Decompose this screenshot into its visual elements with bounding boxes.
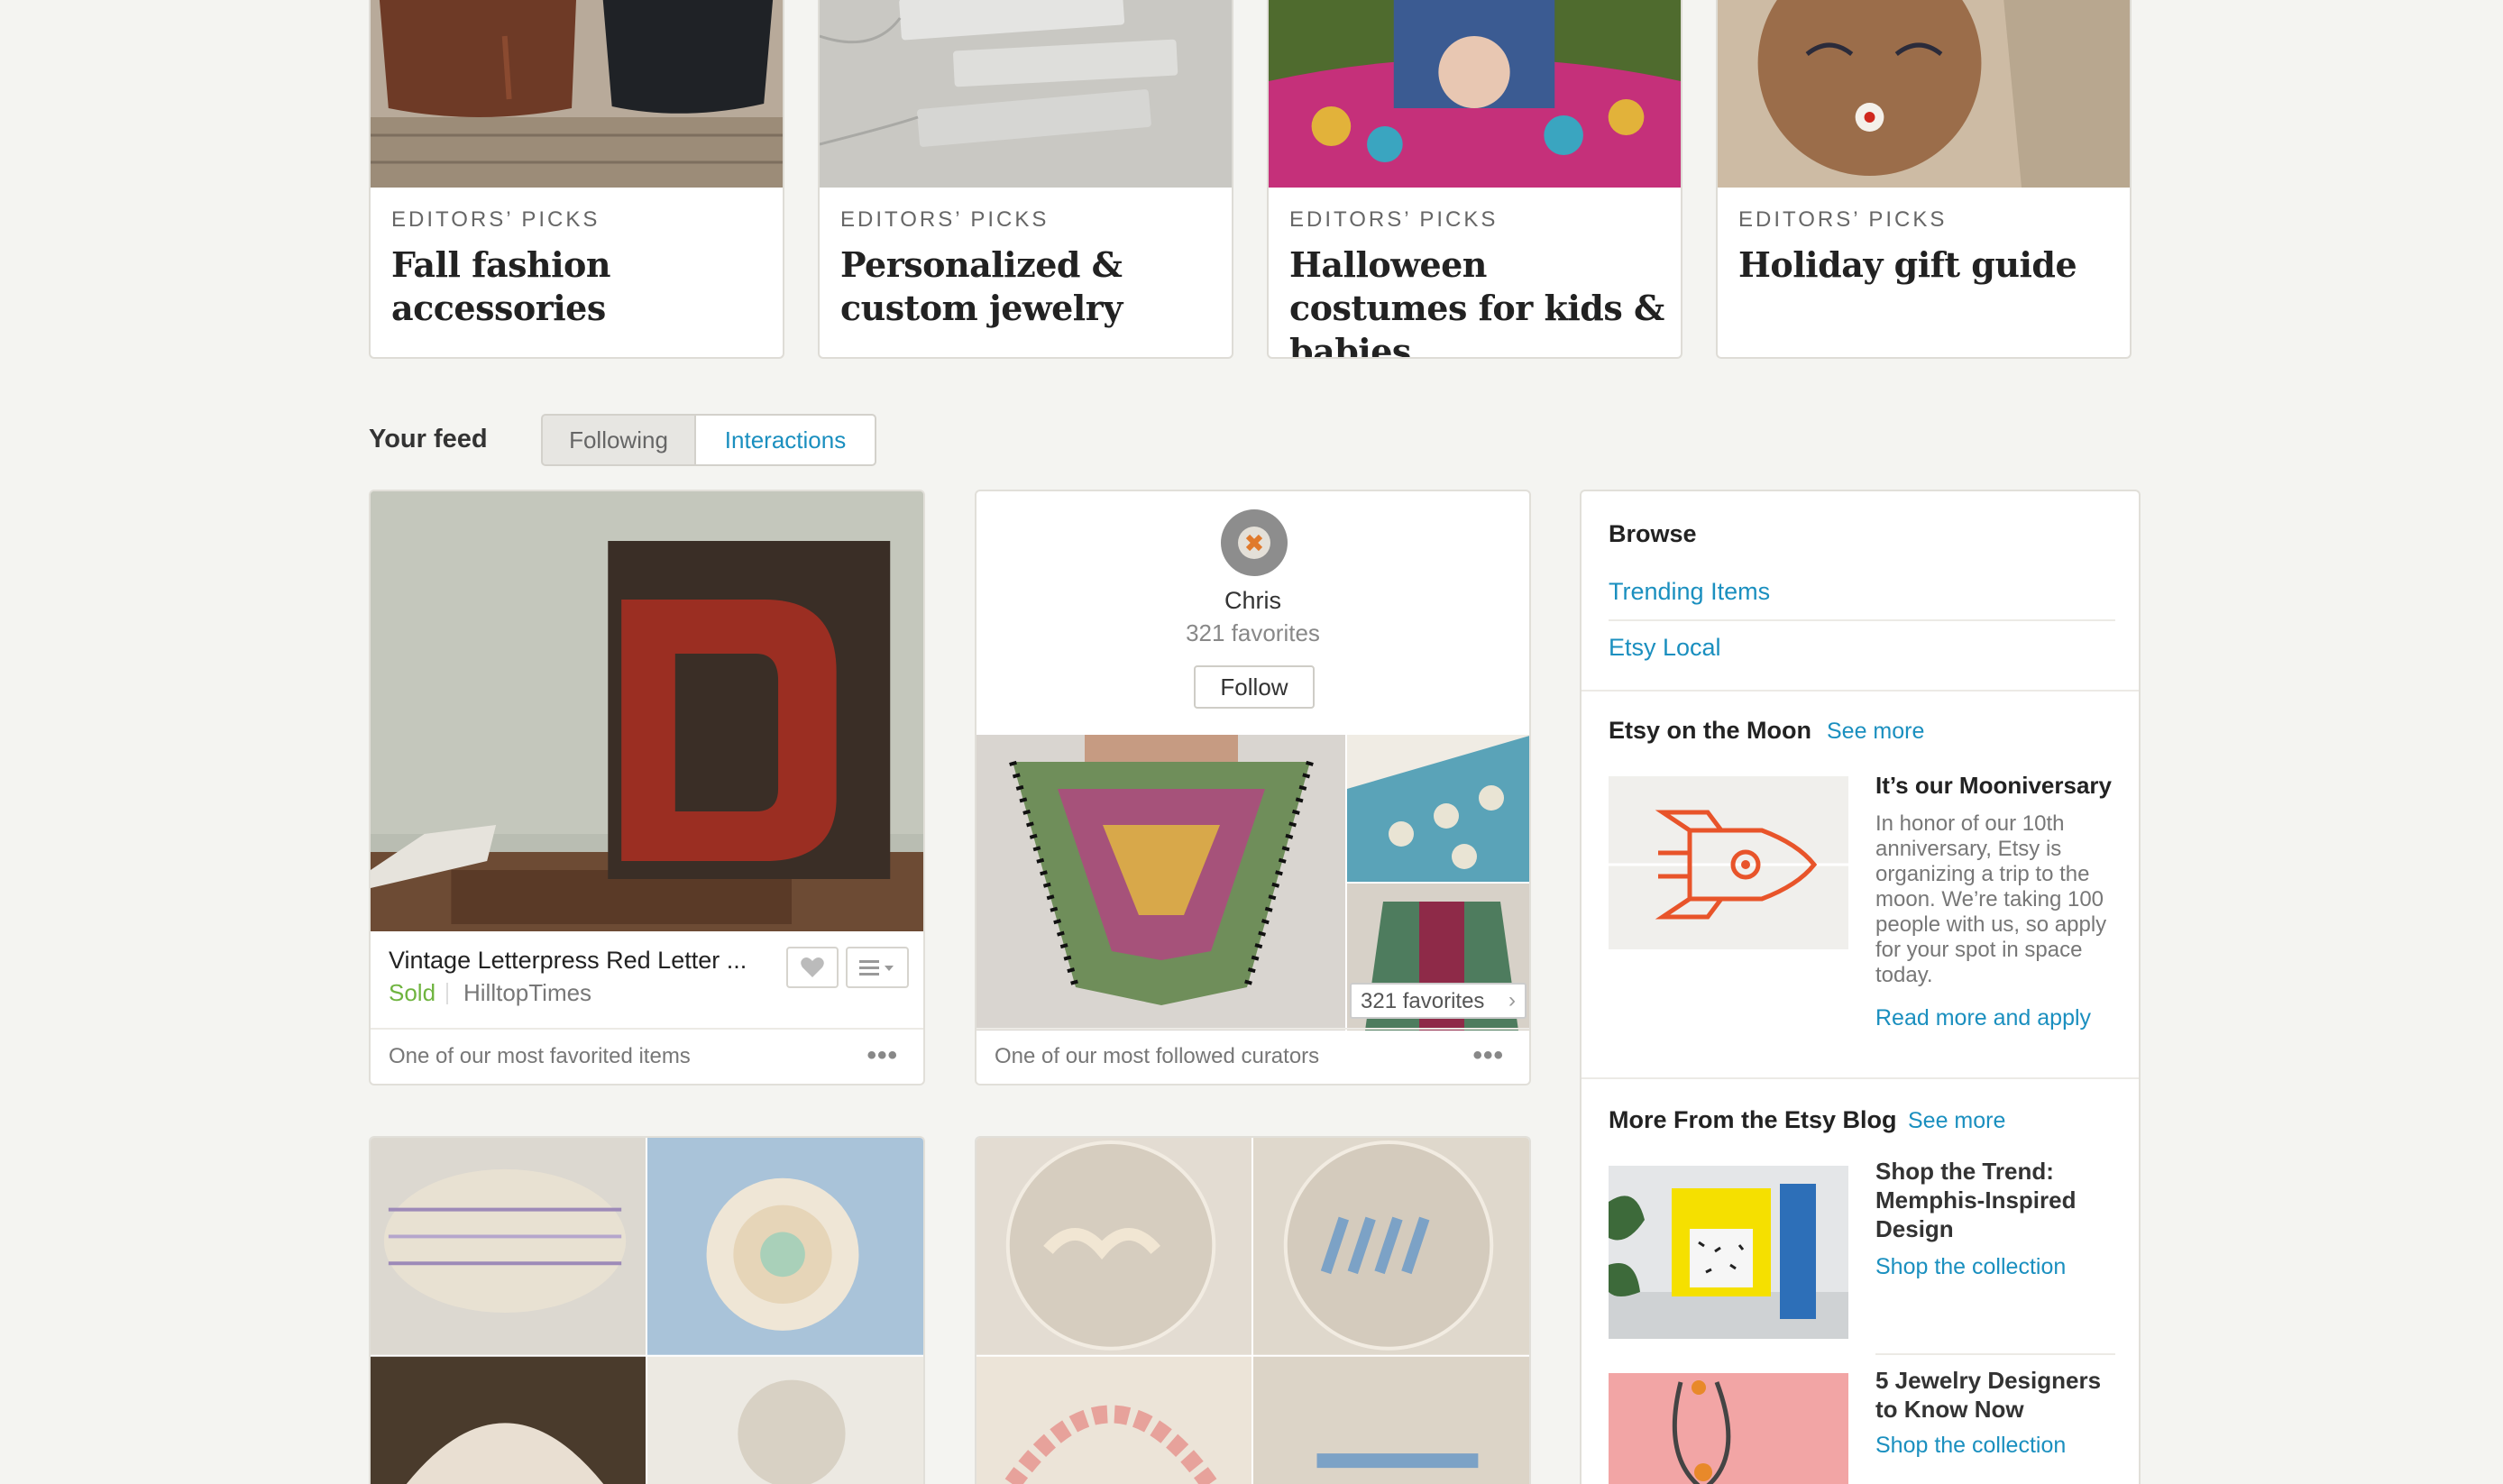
blog-post-title[interactable]: Shop the Trend: Memphis-Inspired Design (1875, 1157, 2119, 1243)
feed-title: Your feed (369, 425, 488, 453)
avatar[interactable] (1221, 509, 1288, 576)
chevron-right-icon: › (1508, 988, 1516, 1012)
shop-name[interactable]: HilltopTimes (463, 979, 591, 1007)
heart-icon (801, 957, 824, 977)
pick-title[interactable]: Halloween costumes for kids & babies (1289, 243, 1668, 357)
pick-title[interactable]: Fall fashion accessories (391, 243, 770, 330)
editors-pick-card[interactable]: EDITORS’ PICKS Personalized & custom jew… (818, 0, 1233, 359)
pick-label: EDITORS’ PICKS (1289, 207, 1499, 232)
card-footer: One of our most followed curators ••• (976, 1028, 1529, 1084)
badge-count: 321 favorites (1361, 989, 1485, 1013)
browse-heading: Browse (1609, 520, 1697, 547)
blog-post-image[interactable] (1609, 1373, 1848, 1484)
moon-heading: Etsy on the Moon (1609, 717, 1811, 744)
listing-card[interactable] (369, 1136, 925, 1484)
moon-text: In honor of our 10th anniversary, Etsy i… (1875, 811, 2107, 987)
curator-favorites: 321 favorites (1186, 619, 1320, 646)
scarf-photo[interactable] (976, 735, 1345, 1031)
editors-pick-card[interactable]: EDITORS’ PICKS Holiday gift guide (1716, 0, 2132, 359)
trending-items-link[interactable]: Trending Items (1609, 578, 1770, 606)
divider (446, 983, 448, 1004)
fall-fashion-image (371, 0, 783, 188)
holiday-gift-image (1718, 0, 2130, 188)
footer-text: One of our most favorited items (389, 1044, 691, 1068)
follow-button[interactable]: Follow (1194, 665, 1315, 709)
listing-card[interactable]: Vintage Letterpress Red Letter ... Sold … (369, 490, 925, 1086)
pick-title[interactable]: Holiday gift guide (1738, 243, 2117, 287)
divider (1609, 619, 2115, 621)
favorite-button[interactable] (786, 947, 839, 988)
shop-collection-link[interactable]: Shop the collection (1875, 1254, 2066, 1280)
pattern-photo[interactable] (1347, 735, 1531, 882)
list-menu-icon (859, 960, 894, 976)
avatar-image (1221, 509, 1288, 576)
tab-interactions[interactable]: Interactions (694, 414, 876, 466)
jewelry-image (820, 0, 1232, 188)
card-footer: One of our most favorited items ••• (371, 1028, 923, 1084)
divider (1875, 1353, 2115, 1355)
shop-collection-link[interactable]: Shop the collection (1875, 1433, 2066, 1459)
rocket-icon (1609, 810, 1848, 920)
sidebar: Browse Trending Items Etsy Local Etsy on… (1580, 490, 2141, 1484)
hoops-photo-grid[interactable] (976, 1138, 1529, 1484)
listing-title[interactable]: Vintage Letterpress Red Letter ... (389, 947, 747, 975)
more-options-icon[interactable]: ••• (866, 1040, 898, 1071)
more-options-icon[interactable]: ••• (1472, 1040, 1504, 1071)
blog-post-title[interactable]: 5 Jewelry Designers to Know Now (1875, 1366, 2119, 1424)
tab-following[interactable]: Following (541, 414, 696, 466)
curator-card[interactable]: Chris 321 favorites Follow 321 favorites… (975, 490, 1531, 1086)
rocket-image[interactable] (1609, 776, 1848, 949)
listing-card[interactable] (975, 1136, 1531, 1484)
divider (1582, 1077, 2139, 1079)
moon-see-more-link[interactable]: See more (1827, 719, 1924, 745)
memphis-design-image (1609, 1166, 1848, 1339)
blog-see-more-link[interactable]: See more (1908, 1108, 2005, 1134)
divider (1582, 690, 2139, 692)
etsy-local-link[interactable]: Etsy Local (1609, 634, 1721, 662)
pick-label: EDITORS’ PICKS (391, 207, 601, 232)
baskets-photo-grid[interactable] (371, 1138, 923, 1484)
jewelry-designers-image (1609, 1373, 1848, 1484)
sold-status: Sold (389, 979, 436, 1006)
pick-title[interactable]: Personalized & custom jewelry (840, 243, 1219, 330)
halloween-image (1269, 0, 1681, 188)
read-more-link[interactable]: Read more and apply (1875, 1005, 2091, 1031)
blog-heading: More From the Etsy Blog (1609, 1106, 1897, 1133)
editors-pick-card[interactable]: EDITORS’ PICKS Halloween costumes for ki… (1267, 0, 1682, 359)
editors-pick-card[interactable]: EDITORS’ PICKS Fall fashion accessories (369, 0, 784, 359)
pick-label: EDITORS’ PICKS (840, 207, 1050, 232)
add-to-list-button[interactable] (846, 947, 909, 988)
pick-label: EDITORS’ PICKS (1738, 207, 1948, 232)
listing-photo[interactable] (371, 491, 923, 931)
curator-name[interactable]: Chris (976, 587, 1529, 615)
moon-title: It’s our Mooniversary (1875, 772, 2112, 799)
footer-text: One of our most followed curators (995, 1044, 1320, 1068)
blog-post-image[interactable] (1609, 1166, 1848, 1339)
favorites-badge[interactable]: 321 favorites › (1350, 983, 1527, 1019)
